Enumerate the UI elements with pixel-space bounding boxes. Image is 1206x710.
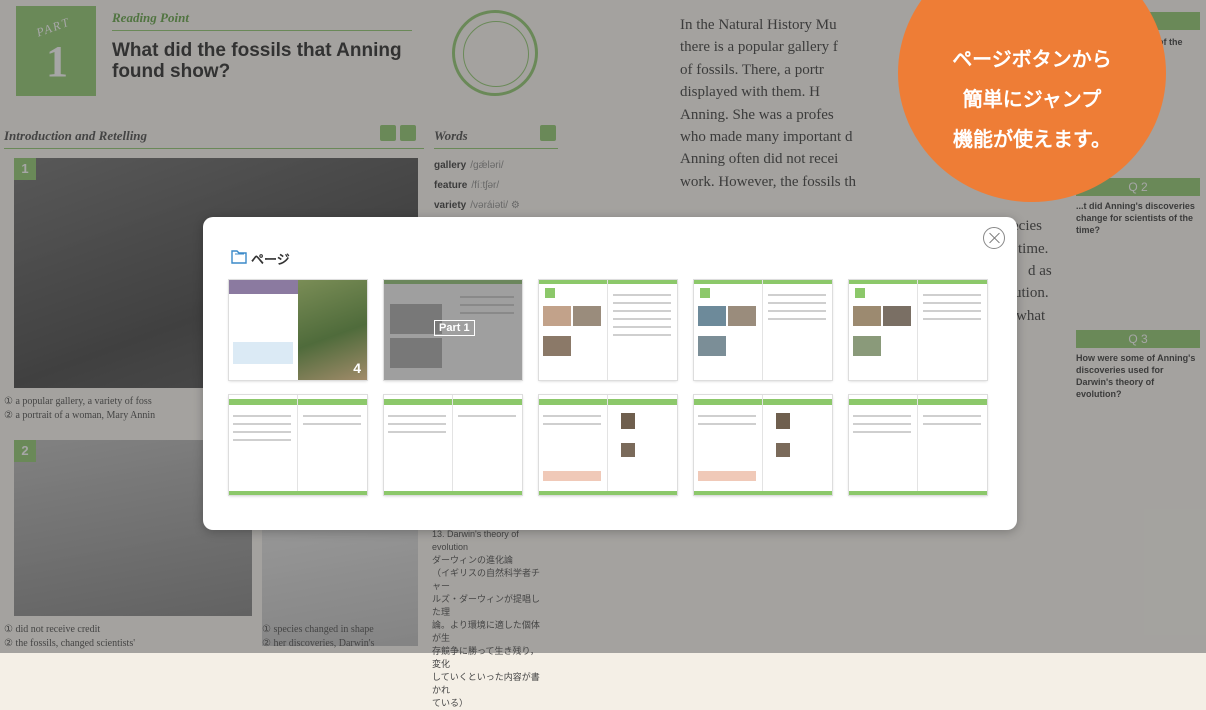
page-thumbnail[interactable] xyxy=(694,280,832,380)
page-navigator-dialog: ページ 4 Part 1 xyxy=(203,217,1017,530)
thumb-page-number: 4 xyxy=(353,360,361,376)
page-thumbnail[interactable] xyxy=(849,280,987,380)
thumb-part-label: Part 1 xyxy=(434,320,475,336)
page-thumbnail[interactable] xyxy=(694,395,832,495)
feature-callout-text: ページボタンから 簡単にジャンプ 機能が使えます。 xyxy=(952,49,1112,151)
dialog-title-label: ページ xyxy=(251,252,290,267)
page-thumbnail[interactable] xyxy=(229,395,367,495)
page-thumbnail[interactable] xyxy=(539,395,677,495)
page-thumbnail[interactable] xyxy=(384,395,522,495)
page-thumbnail[interactable]: 4 xyxy=(229,280,367,380)
page-thumbnail-active[interactable]: Part 1 xyxy=(384,280,522,380)
page-thumbnail[interactable] xyxy=(849,395,987,495)
page-thumbnail[interactable] xyxy=(539,280,677,380)
book-icon xyxy=(231,250,247,264)
close-icon[interactable] xyxy=(983,227,1005,249)
